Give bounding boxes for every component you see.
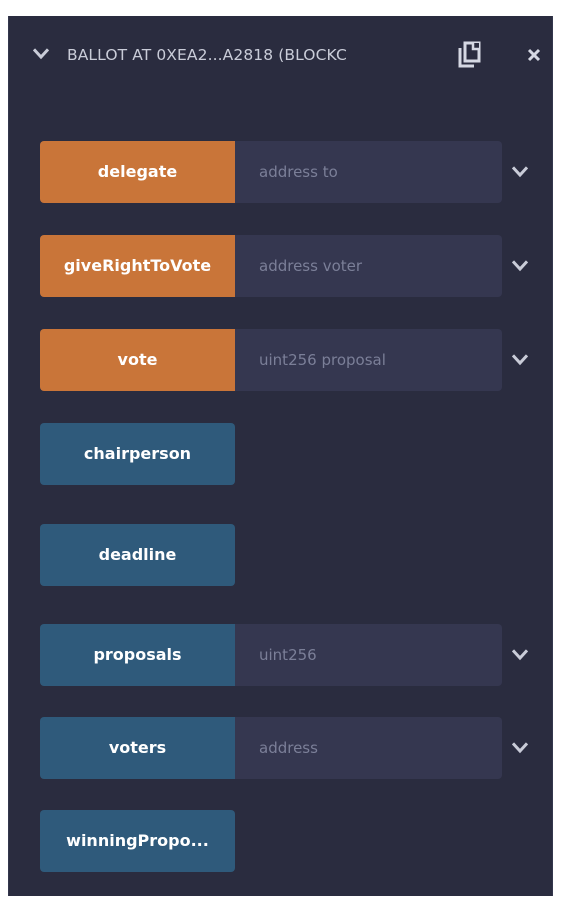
close-icon[interactable] <box>527 48 541 62</box>
delegate-button[interactable]: delegate <box>40 141 235 203</box>
give-right-to-vote-button[interactable]: giveRightToVote <box>40 235 235 297</box>
chevron-down-icon[interactable] <box>512 740 528 756</box>
function-row-vote: vote <box>40 329 554 391</box>
function-row-giveRightToVote: giveRightToVote <box>40 235 554 297</box>
chevron-down-icon[interactable] <box>512 164 528 180</box>
function-row-winningProposal: winningPropo... <box>40 810 554 872</box>
voters-button[interactable]: voters <box>40 717 235 779</box>
chevron-down-icon[interactable] <box>512 258 528 274</box>
contract-panel: BALLOT AT 0XEA2...A2818 (BLOCKC delegate… <box>8 16 553 896</box>
voters-param-input[interactable] <box>235 717 502 779</box>
function-row-deadline: deadline <box>40 524 554 586</box>
function-row-chairperson: chairperson <box>40 423 554 485</box>
deadline-button[interactable]: deadline <box>40 524 235 586</box>
function-row-delegate: delegate <box>40 141 554 203</box>
delegate-param-input[interactable] <box>235 141 502 203</box>
contract-header[interactable]: BALLOT AT 0XEA2...A2818 (BLOCKC <box>9 34 552 76</box>
chevron-down-icon[interactable] <box>512 647 528 663</box>
winning-proposal-button[interactable]: winningPropo... <box>40 810 235 872</box>
function-row-proposals: proposals <box>40 624 554 686</box>
give-right-to-vote-param-input[interactable] <box>235 235 502 297</box>
vote-button[interactable]: vote <box>40 329 235 391</box>
proposals-param-input[interactable] <box>235 624 502 686</box>
function-row-voters: voters <box>40 717 554 779</box>
copy-icon[interactable] <box>456 40 484 70</box>
chairperson-button[interactable]: chairperson <box>40 423 235 485</box>
proposals-button[interactable]: proposals <box>40 624 235 686</box>
chevron-down-icon[interactable] <box>512 352 528 368</box>
contract-title: BALLOT AT 0XEA2...A2818 (BLOCKC <box>67 46 347 64</box>
chevron-down-icon[interactable] <box>33 46 49 62</box>
vote-param-input[interactable] <box>235 329 502 391</box>
